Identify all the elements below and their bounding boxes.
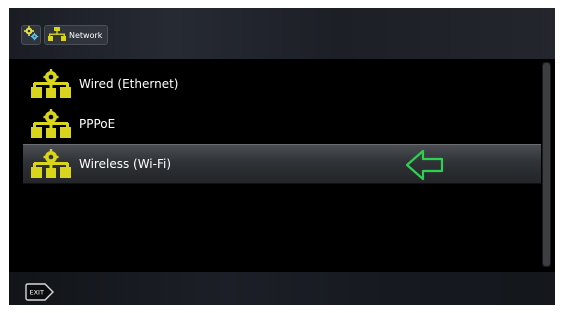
- header-bar: Network: [9, 8, 555, 59]
- menu-item-wireless-wifi[interactable]: Wireless (Wi-Fi): [23, 144, 541, 184]
- exit-button[interactable]: EXIT: [25, 282, 55, 302]
- network-settings-icon: [31, 109, 71, 139]
- menu-item-label: Wireless (Wi-Fi): [79, 157, 172, 171]
- network-icon: [48, 26, 66, 45]
- breadcrumb-settings[interactable]: [21, 25, 41, 45]
- gears-icon: [23, 25, 39, 45]
- footer-bar: EXIT: [9, 272, 555, 305]
- left-arrow-outline-icon: [405, 149, 445, 181]
- tv-screen: Network Wired (Ethernet) PPPoE Wireless …: [9, 8, 555, 305]
- scrollbar[interactable]: [542, 62, 551, 267]
- network-menu: Wired (Ethernet) PPPoE Wireless (Wi-Fi): [23, 64, 541, 184]
- network-settings-icon: [31, 69, 71, 99]
- menu-item-label: PPPoE: [79, 117, 116, 131]
- menu-item-label: Wired (Ethernet): [79, 77, 179, 91]
- network-settings-icon: [31, 149, 71, 179]
- breadcrumb-network[interactable]: Network: [44, 25, 109, 45]
- menu-item-wired-ethernet[interactable]: Wired (Ethernet): [23, 64, 541, 104]
- scrollbar-thumb[interactable]: [543, 63, 550, 266]
- breadcrumb-network-label: Network: [69, 30, 103, 40]
- menu-item-pppoe[interactable]: PPPoE: [23, 104, 541, 144]
- exit-button-label: EXIT: [30, 289, 44, 297]
- breadcrumb: Network: [21, 25, 109, 45]
